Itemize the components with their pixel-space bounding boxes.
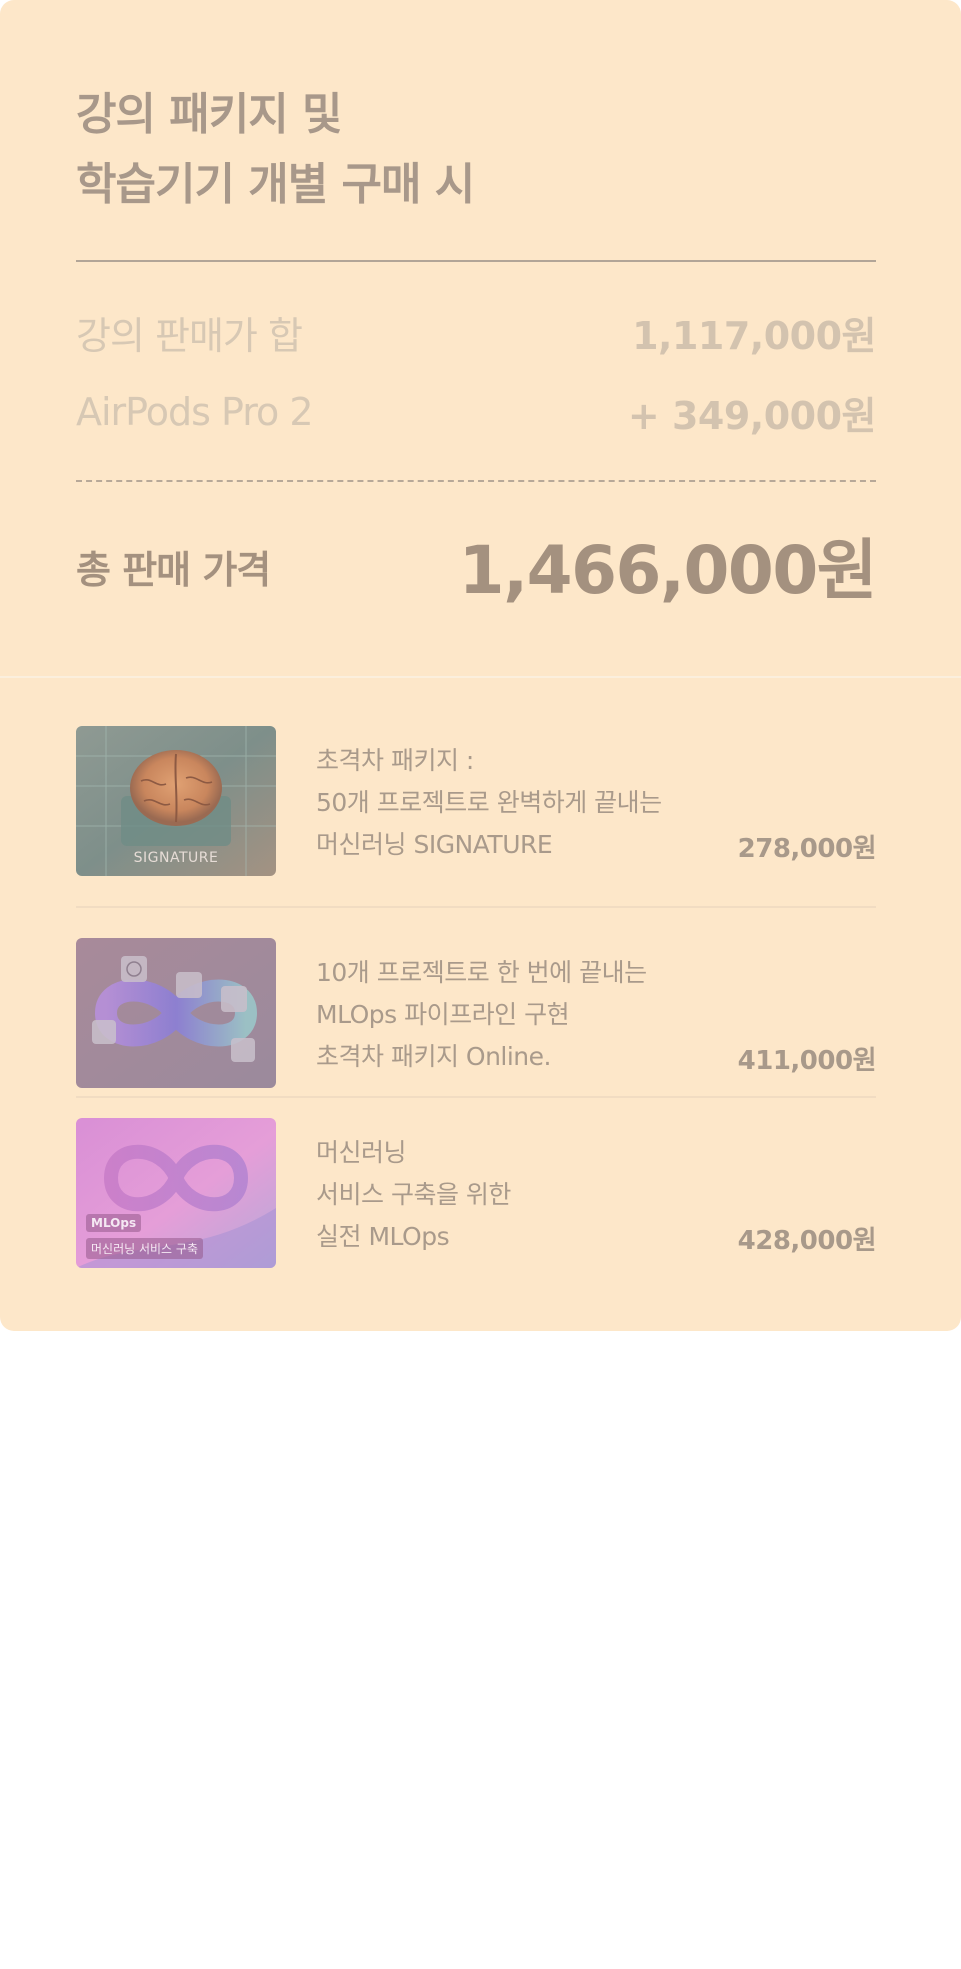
price-summary: 강의 패키지 및 학습기기 개별 구매 시 강의 판매가 합 1,117,000… (0, 0, 961, 676)
price-row-device: AirPods Pro 2 + 349,000원 (76, 384, 877, 440)
price-row-value: + 349,000원 (627, 393, 877, 438)
price-row-value: 1,117,000원 (632, 313, 876, 358)
course-thumbnail-infinity (76, 938, 276, 1088)
course-thumbnail-mlops: MLOps 머신러닝 서비스 구축 (76, 1118, 276, 1268)
title-line-1: 강의 패키지 및 (76, 89, 343, 140)
title-line-2: 학습기기 개별 구매 시 (76, 159, 475, 210)
thumbnail-subtag: 머신러닝 서비스 구축 (86, 1238, 203, 1259)
total-price-label: 총 판매 가격 (76, 548, 271, 592)
item-divider (76, 1096, 876, 1098)
course-thumbnail-brain: SIGNATURE (76, 726, 276, 876)
mlops-infinity-illustration (76, 938, 276, 1088)
course-price: 411,000원 (737, 1046, 877, 1076)
course-title-line: 50개 프로젝트로 완벽하게 끝내는 (316, 788, 662, 817)
course-item-mlops-pipeline[interactable]: 10개 프로젝트로 한 번에 끝내는 MLOps 파이프라인 구현 초격차 패키… (76, 938, 877, 1088)
total-divider (76, 480, 876, 482)
course-price: 428,000원 (737, 1226, 877, 1256)
section-divider (0, 676, 961, 678)
thumbnail-tag: MLOps (86, 1214, 142, 1232)
price-row-label: AirPods Pro 2 (76, 390, 314, 434)
course-item-mlops-practice[interactable]: MLOps 머신러닝 서비스 구축 머신러닝 서비스 구축을 위한 실전 MLO… (76, 1118, 877, 1268)
course-title-line: 초격차 패키지 : (316, 746, 474, 775)
item-divider (76, 906, 876, 908)
total-price-value: 1,466,000원 (458, 532, 878, 609)
price-comparison-card: 강의 패키지 및 학습기기 개별 구매 시 강의 판매가 합 1,117,000… (0, 0, 961, 1331)
price-row-courses: 강의 판매가 합 1,117,000원 (76, 304, 876, 360)
course-title-line: MLOps 파이프라인 구현 (316, 1000, 570, 1029)
thumbnail-caption: SIGNATURE (133, 850, 219, 866)
course-price: 278,000원 (737, 834, 877, 864)
course-item-signature[interactable]: SIGNATURE 초격차 패키지 : 50개 프로젝트로 완벽하게 끝내는 머… (76, 726, 877, 876)
price-row-label: 강의 판매가 합 (76, 313, 303, 358)
course-title-line: 서비스 구축을 위한 (316, 1180, 511, 1209)
course-title-line: 머신러닝 (316, 1138, 407, 1167)
section-title: 강의 패키지 및 학습기기 개별 구매 시 (76, 80, 876, 220)
title-divider (76, 260, 876, 262)
course-title-line: 10개 프로젝트로 한 번에 끝내는 (316, 958, 647, 987)
